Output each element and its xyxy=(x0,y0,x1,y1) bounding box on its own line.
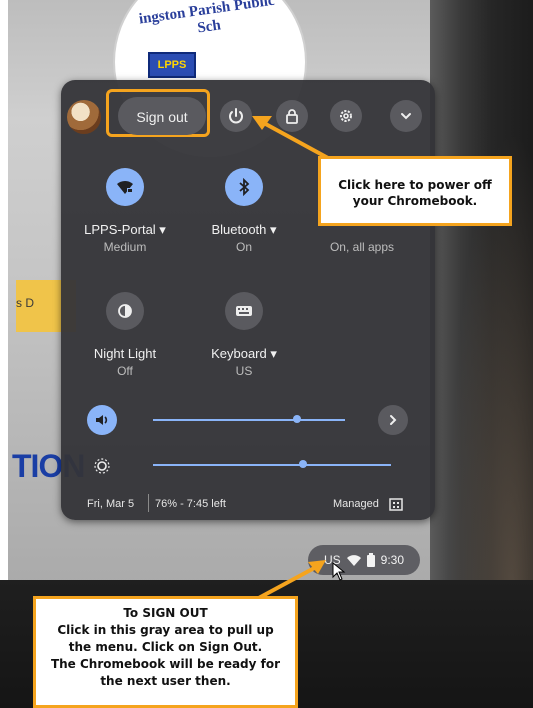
signout-callout-arrow xyxy=(254,564,319,602)
signout-callout-line: the menu. Click on Sign Out. xyxy=(68,640,263,654)
signout-callout-line: To SIGN OUT xyxy=(123,606,208,620)
signout-callout-line: the next user then. xyxy=(100,674,231,688)
power-callout-line-2: your Chromebook. xyxy=(352,194,478,208)
power-callout-line-1: Click here to power off xyxy=(338,178,492,192)
signout-callout-line: Click in this gray area to pull up xyxy=(57,623,274,637)
photo-frame: ingston Parish Public Sch LPPS s D TION … xyxy=(0,0,533,708)
sign-out-callout: To SIGN OUT Click in this gray area to p… xyxy=(33,596,298,708)
power-off-callout: Click here to power off your Chromebook. xyxy=(318,156,512,226)
signout-callout-line: The Chromebook will be ready for xyxy=(50,657,281,671)
